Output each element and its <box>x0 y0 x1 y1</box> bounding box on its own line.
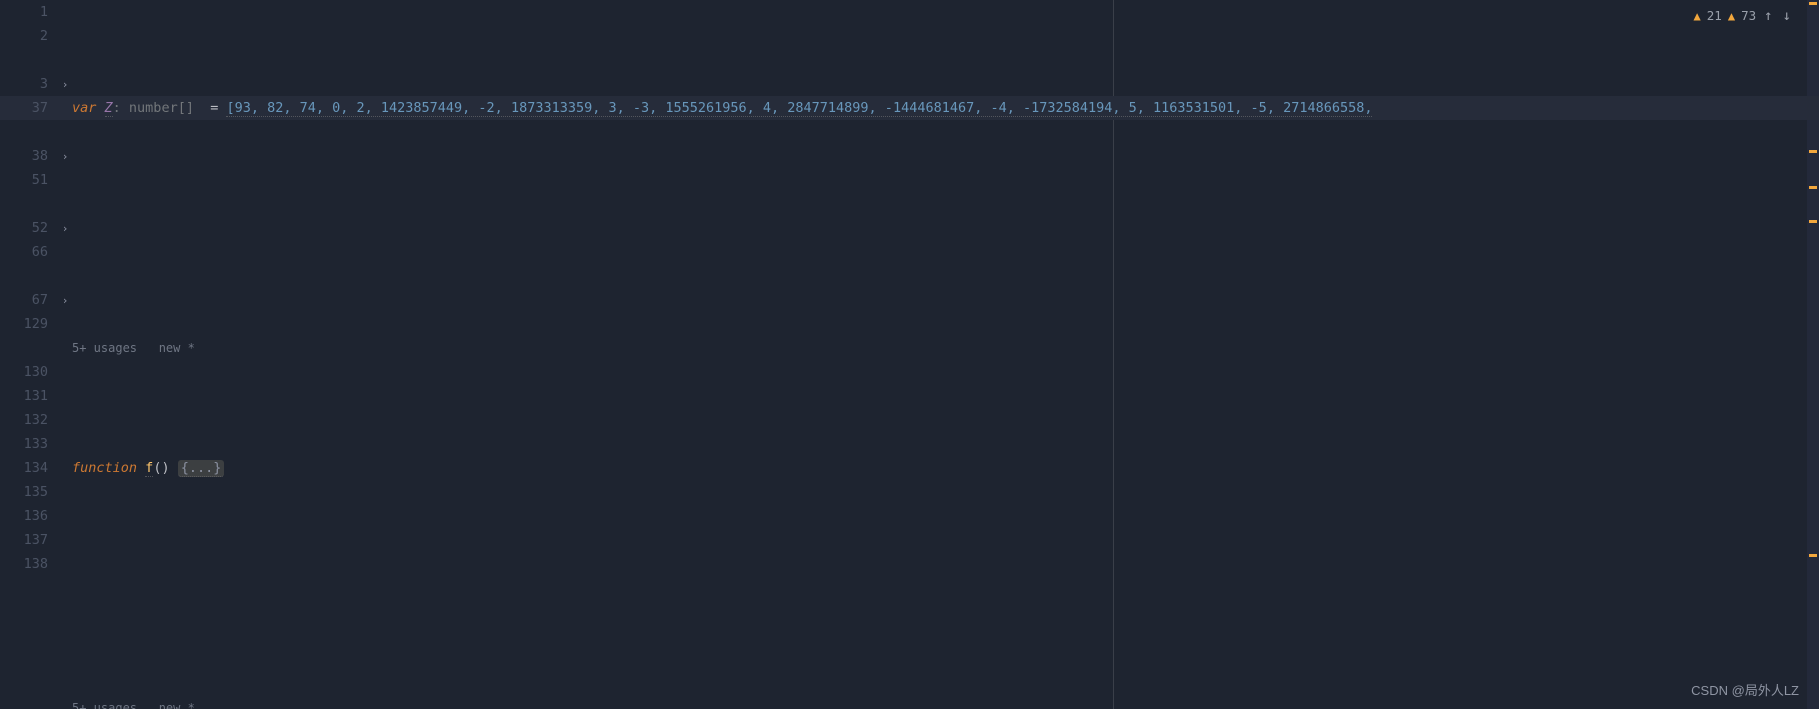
line-number[interactable]: 130 <box>0 360 50 384</box>
code-line[interactable]: function f() {...} <box>72 456 1803 480</box>
line-number[interactable]: 2 <box>0 24 50 48</box>
scroll-warning-marker[interactable] <box>1809 2 1817 5</box>
code-line[interactable]: 5+ usages new * <box>72 336 1803 360</box>
line-number[interactable]: 134 <box>0 456 50 480</box>
fold-column[interactable]: › › › › <box>58 0 72 709</box>
warning-count-1: 21 <box>1707 4 1722 28</box>
line-number[interactable]: 129 <box>0 312 50 336</box>
line-number[interactable]: 38 <box>0 144 50 168</box>
fold-chevron-icon[interactable]: › <box>62 150 69 163</box>
code-line[interactable] <box>72 216 1803 240</box>
line-number[interactable]: 138 <box>0 552 50 576</box>
line-number-gutter[interactable]: 1 2 3 37 38 51 52 66 67 129 130 131 132 … <box>0 0 58 709</box>
line-number[interactable]: 137 <box>0 528 50 552</box>
warning-icon: ▲ <box>1694 4 1701 28</box>
line-number[interactable]: 37 <box>0 96 50 120</box>
line-number[interactable] <box>0 264 50 288</box>
warning-count-2: 73 <box>1741 4 1756 28</box>
line-number[interactable] <box>0 48 50 72</box>
keyword-var: var <box>72 100 96 116</box>
line-number[interactable]: 133 <box>0 432 50 456</box>
line-number[interactable] <box>0 120 50 144</box>
line-number[interactable]: 52 <box>0 216 50 240</box>
scroll-warning-marker[interactable] <box>1809 150 1817 153</box>
var-name-z: Z <box>105 100 113 117</box>
line-number[interactable] <box>0 192 50 216</box>
array-literal: [93, 82, 74, 0, 2, 1423857449, -2, 18733… <box>226 100 1372 117</box>
scroll-warning-marker[interactable] <box>1809 186 1817 189</box>
scroll-warning-marker[interactable] <box>1809 220 1817 223</box>
line-number[interactable]: 132 <box>0 408 50 432</box>
line-number[interactable]: 51 <box>0 168 50 192</box>
code-area[interactable]: var Z: number[] = [93, 82, 74, 0, 2, 142… <box>72 0 1803 709</box>
fold-chevron-icon[interactable]: › <box>62 294 69 307</box>
fold-chevron-icon[interactable]: › <box>62 222 69 235</box>
line-number[interactable]: 1 <box>0 0 50 24</box>
line-number[interactable]: 131 <box>0 384 50 408</box>
warning-icon: ▲ <box>1728 4 1735 28</box>
usage-hint[interactable]: 5+ usages new * <box>72 701 195 709</box>
inspection-widget[interactable]: ▲ 21 ▲ 73 ↑ ↓ <box>1694 4 1793 28</box>
next-highlight-icon[interactable]: ↓ <box>1781 4 1793 28</box>
code-editor: ▲ 21 ▲ 73 ↑ ↓ 1 2 3 37 38 51 52 66 67 12… <box>0 0 1819 709</box>
fold-placeholder[interactable]: {...} <box>178 460 225 477</box>
scroll-warning-marker[interactable] <box>1809 554 1817 557</box>
line-number[interactable]: 67 <box>0 288 50 312</box>
prev-highlight-icon[interactable]: ↑ <box>1762 4 1774 28</box>
code-line[interactable]: 5+ usages new * <box>72 696 1803 709</box>
fold-chevron-icon[interactable]: › <box>62 78 69 91</box>
usage-hint[interactable]: 5+ usages new * <box>72 341 195 355</box>
type-hint: : number[] <box>113 100 194 116</box>
line-number[interactable] <box>0 336 50 360</box>
code-line[interactable] <box>72 576 1803 600</box>
line-number[interactable]: 3 <box>0 72 50 96</box>
line-number[interactable]: 66 <box>0 240 50 264</box>
line-number[interactable]: 136 <box>0 504 50 528</box>
line-number[interactable]: 135 <box>0 480 50 504</box>
code-line[interactable]: var Z: number[] = [93, 82, 74, 0, 2, 142… <box>72 96 1803 120</box>
